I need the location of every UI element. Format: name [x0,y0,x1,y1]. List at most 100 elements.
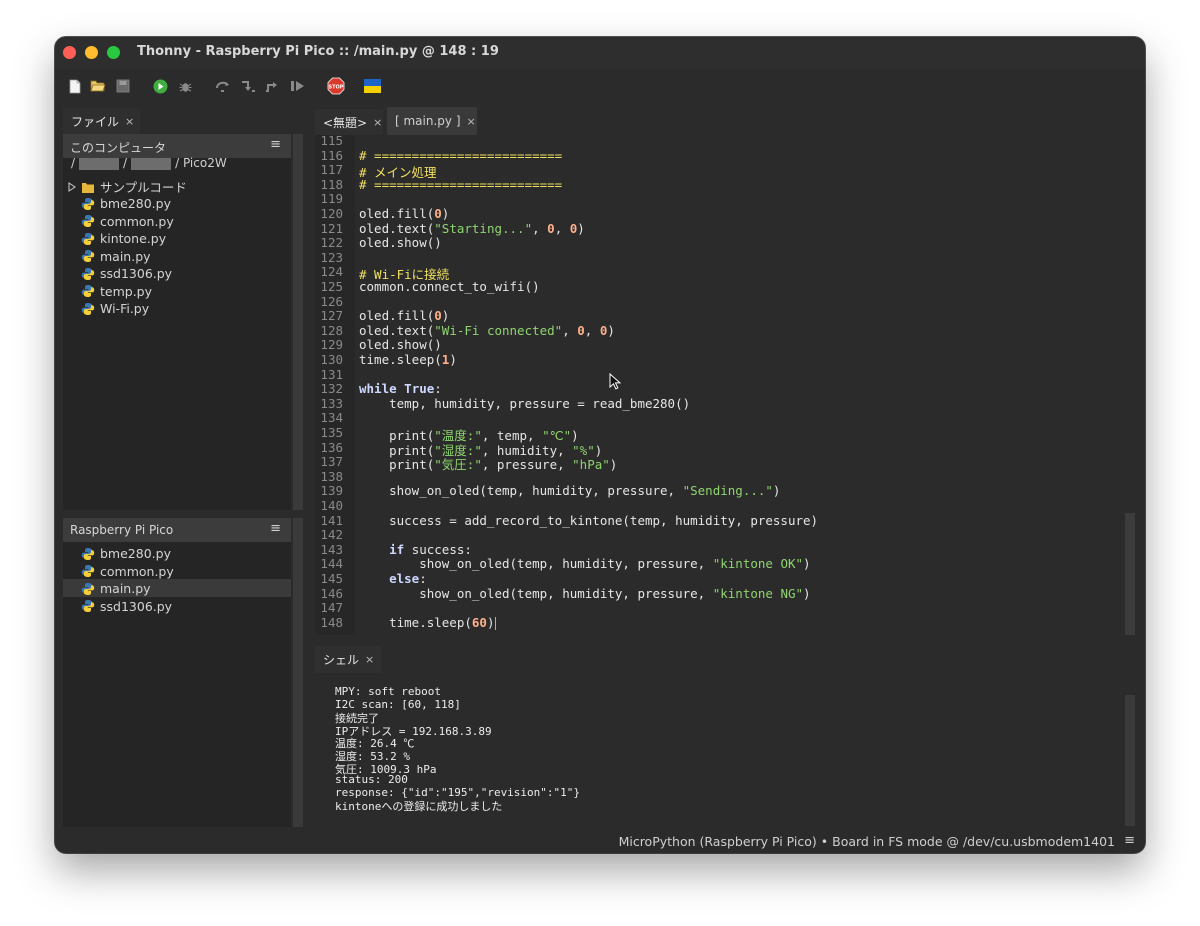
device-files-scrollbar[interactable] [293,518,303,827]
list-item[interactable]: bme280.py [81,195,171,212]
device-files-menu-icon[interactable]: ≡ [270,521,281,536]
debug-icon[interactable] [177,78,193,94]
list-item[interactable]: temp.py [81,283,152,300]
shell-output[interactable]: MPY: soft reboot I2C scan: [60, 118] 接続完了 I… [315,673,1135,826]
line-number: 133 [320,395,343,411]
code-line[interactable]: 117 # メイン処理 [315,162,1125,180]
tab-untitled[interactable]: <無題> × [315,109,383,135]
tab-shell-close-icon[interactable]: × [365,653,374,666]
code-line[interactable]: 124 # Wi-Fiに接続 [315,264,1125,282]
shell-line: response: {"id":"195","revision":"1"} [335,785,581,799]
line-number: 140 [320,498,343,513]
code-line[interactable]: 127 oled.fill(0) [315,308,1125,323]
code-editor[interactable]: 115 116 # ========================= 117 # メイ… [315,135,1135,635]
code-line[interactable]: 122 oled.show() [315,235,1125,250]
line-number: 134 [320,410,343,426]
tab-untitled-close-icon[interactable]: × [373,116,382,129]
code-line[interactable]: 145 else: [315,571,1125,586]
code-line[interactable]: 120 oled.fill(0) [315,206,1125,221]
code-line[interactable]: 142 [315,527,1125,542]
code-line[interactable]: 134 [315,410,1125,425]
editor-scrollbar[interactable] [1125,513,1135,635]
local-files-scrollbar[interactable] [293,134,303,510]
interpreter-status[interactable]: MicroPython (Raspberry Pi Pico) • Board … [619,834,1115,849]
file-name: common.py [100,213,174,229]
shell-line: IPアドレス = 192.168.3.89 [335,724,492,738]
tab-files[interactable]: ファイル × [63,108,140,134]
code-line[interactable]: 146 show_on_oled(temp, humidity, pressur… [315,586,1125,601]
code-text: common.connect_to_wifi() [359,279,540,294]
code-line[interactable]: 148 time.sleep(60) [315,615,1125,630]
tab-shell[interactable]: シェル × [315,646,381,673]
line-number: 136 [320,439,343,455]
shell-scrollbar[interactable] [1125,695,1135,826]
close-window-button[interactable] [63,46,76,59]
local-files-menu-icon[interactable]: ≡ [270,137,281,152]
python-file-icon [81,302,95,316]
code-line[interactable]: 136 print("湿度:", humidity, "%") [315,439,1125,458]
tab-main-py-label: [ main.py ] [395,114,461,128]
tab-files-close-icon[interactable]: × [125,115,134,128]
code-line[interactable]: 115 [315,135,1125,148]
code-line[interactable]: 137 print("気圧:", pressure, "hPa") [315,454,1125,472]
code-text: time.sleep(60) [359,614,497,630]
tab-main-py[interactable]: [ main.py ] × [387,107,477,135]
code-line[interactable]: 132 while True: [315,381,1125,396]
list-item[interactable]: kintone.py [81,230,166,247]
code-line[interactable]: 143 if success: [315,542,1125,557]
minimize-window-button[interactable] [85,46,98,59]
code-line[interactable]: 147 [315,600,1125,615]
code-text: oled.text("Wi-Fi connected", 0, 0) [359,322,615,338]
status-menu-icon[interactable]: ≡ [1124,833,1135,848]
code-line[interactable]: 126 [315,294,1125,309]
line-number: 119 [320,191,343,207]
code-line[interactable]: 135 print("温度:", temp, "℃") [315,425,1125,443]
line-number: 115 [320,135,343,148]
local-path-prefix: / [71,156,76,170]
code-line[interactable]: 125 common.connect_to_wifi() [315,279,1125,294]
step-out-icon[interactable] [265,78,281,94]
code-line[interactable]: 119 [315,191,1125,206]
code-line[interactable]: 133 temp, humidity, pressure = read_bme2… [315,396,1125,411]
code-line[interactable]: 123 [315,250,1125,265]
list-item[interactable]: common.py [81,213,174,230]
list-item[interactable]: ssd1306.py [81,598,172,615]
new-file-icon[interactable] [67,78,83,94]
code-line[interactable]: 121 oled.text("Starting...", 0, 0) [315,221,1125,236]
line-number: 126 [320,293,343,309]
local-path-suffix: / Pico2W [175,156,227,170]
code-line[interactable]: 130 time.sleep(1) [315,352,1125,367]
list-item[interactable]: Wi-Fi.py [81,300,149,317]
list-item[interactable]: サンプルコード [68,178,187,195]
code-text: show_on_oled(temp, humidity, pressure, "… [359,585,811,601]
line-number: 147 [320,600,343,616]
code-line[interactable]: 140 [315,498,1125,513]
zoom-window-button[interactable] [107,46,120,59]
code-line[interactable]: 138 [315,469,1125,484]
code-text: oled.text("Starting...", 0, 0) [359,220,585,236]
stop-icon[interactable]: STOP [327,77,345,95]
list-item[interactable]: bme280.py [81,545,171,562]
local-path[interactable]: / / / Pico2W [71,156,227,170]
code-line[interactable]: 141 success = add_record_to_kintone(temp… [315,513,1125,528]
code-line[interactable]: 144 show_on_oled(temp, humidity, pressur… [315,556,1125,571]
list-item[interactable]: main.py [81,248,151,265]
code-line[interactable]: 139 show_on_oled(temp, humidity, pressur… [315,483,1125,498]
list-item[interactable]: main.py [81,580,151,597]
run-icon[interactable] [152,78,168,94]
code-line[interactable]: 128 oled.text("Wi-Fi connected", 0, 0) [315,323,1125,338]
code-line[interactable]: 129 oled.show() [315,337,1125,352]
save-icon[interactable] [115,78,131,94]
code-line[interactable]: 116 # ========================= [315,148,1125,163]
device-files-header: Raspberry Pi Pico ≡ [63,518,291,542]
resume-icon[interactable] [290,78,306,94]
code-line[interactable]: 131 [315,367,1125,382]
code-line[interactable]: 118 # ========================= [315,177,1125,192]
list-item[interactable]: common.py [81,563,174,580]
ukraine-flag-icon[interactable] [363,78,381,94]
open-file-icon[interactable] [90,78,106,94]
tab-main-py-close-icon[interactable]: × [467,115,476,128]
step-into-icon[interactable] [240,78,256,94]
list-item[interactable]: ssd1306.py [81,265,172,282]
step-over-icon[interactable] [215,78,231,94]
